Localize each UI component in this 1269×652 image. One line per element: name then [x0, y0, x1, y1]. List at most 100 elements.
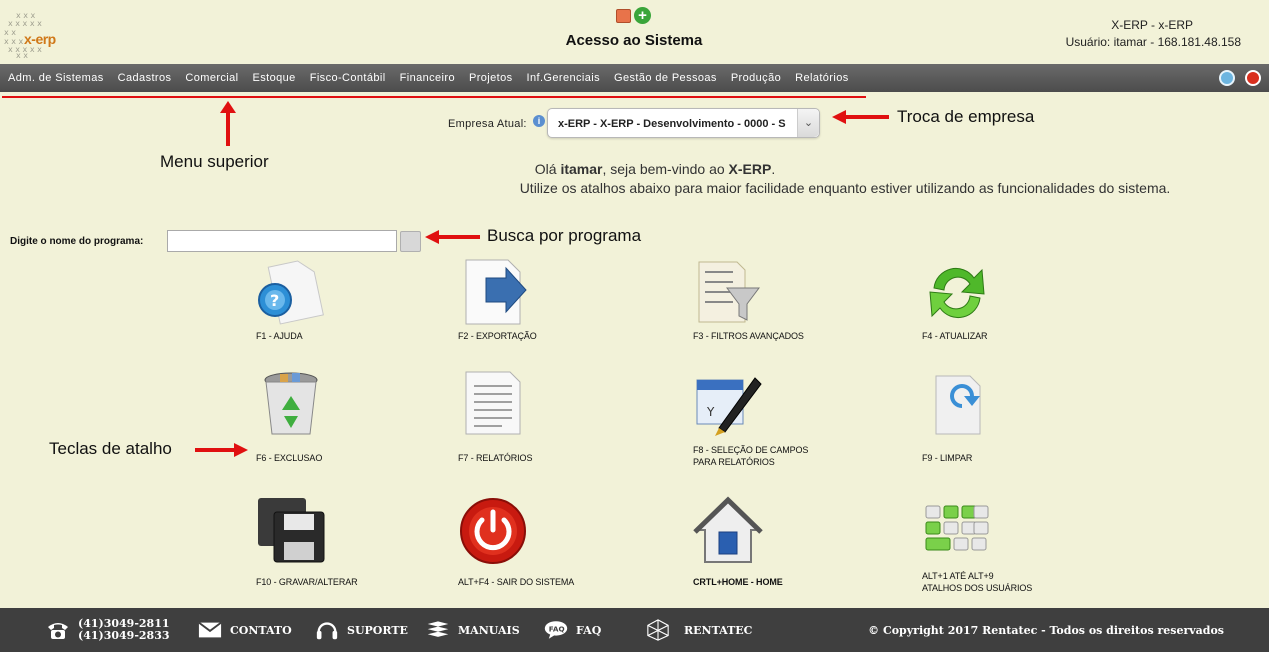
footer-faq[interactable]: FAQ FAQ: [544, 608, 601, 652]
shortcut-f8-selecao-campos[interactable]: Y F8 - SELEÇÃO DE CAMPOS PARA RELATÓRIOS: [693, 370, 853, 480]
shortcut-label: F4 - ATUALIZAR: [922, 331, 988, 341]
menu-item-comercial[interactable]: Comercial: [178, 72, 245, 84]
search-button[interactable]: [400, 231, 421, 252]
add-icon[interactable]: +: [634, 7, 651, 24]
company-info: X-ERP - x-ERP: [1111, 18, 1193, 32]
header-icons: +: [616, 7, 651, 24]
arrow-shaft: [845, 115, 889, 119]
arrow-shaft: [226, 112, 230, 146]
network-icon: [646, 618, 670, 642]
shortcut-label: F1 - AJUDA: [256, 331, 303, 341]
page-title: Acesso ao Sistema: [565, 32, 703, 49]
main-menu: Adm. de Sistemas Cadastros Comercial Est…: [0, 64, 856, 92]
shortcut-f2-exportacao[interactable]: F2 - EXPORTAÇÃO: [458, 258, 618, 368]
welcome-system: X-ERP: [728, 161, 772, 177]
menu-item-projetos[interactable]: Projetos: [462, 72, 520, 84]
menu-right-icons: [1219, 70, 1261, 86]
shortcut-f3-filtros[interactable]: F3 - FILTROS AVANÇADOS: [693, 258, 853, 368]
menu-item-estoque[interactable]: Estoque: [246, 72, 303, 84]
company-label: Empresa Atual:: [448, 118, 527, 130]
welcome-user: itamar: [560, 161, 603, 177]
report-icon: [465, 371, 521, 435]
arrow-left-icon: [832, 110, 846, 124]
headset-icon: [315, 618, 339, 642]
shortcut-label: CRTL+HOME - HOME: [693, 577, 783, 587]
chat-icon[interactable]: [1219, 70, 1235, 86]
home-icon: [693, 496, 763, 563]
arrow-left-icon: [425, 230, 439, 244]
shortcut-label: F6 - EXCLUSAO: [256, 453, 323, 463]
program-search-input[interactable]: [167, 230, 397, 252]
shortcut-ctrl-home[interactable]: CRTL+HOME - HOME: [693, 496, 853, 606]
faq-icon-text: FAQ: [549, 625, 565, 634]
logo-text: x-erp: [24, 31, 56, 47]
svg-text:x x: x x: [4, 28, 16, 37]
header: x x x x x x x x x x x x x x x x x x x x …: [0, 0, 1269, 64]
svg-text:Y: Y: [706, 405, 715, 419]
help-icon: ?: [258, 260, 324, 325]
menu-item-financeiro[interactable]: Financeiro: [393, 72, 462, 84]
shortcut-label-line2: ATALHOS DOS USUÁRIOS: [922, 583, 1033, 593]
svg-text:x x: x x: [16, 51, 28, 58]
filter-icon: [698, 261, 760, 323]
menu-item-inf-gerenciais[interactable]: Inf.Gerenciais: [520, 72, 607, 84]
phone-2: (41)3049-2833: [78, 629, 170, 642]
chevron-down-icon[interactable]: ⌄: [797, 109, 819, 137]
power-icon: [460, 498, 526, 564]
arrow-shaft: [438, 235, 480, 239]
faq-bubble-icon: FAQ: [544, 618, 568, 642]
menu-item-gestao-pessoas[interactable]: Gestão de Pessoas: [607, 72, 724, 84]
save-icon: [258, 498, 325, 563]
menu-item-producao[interactable]: Produção: [724, 72, 788, 84]
arrow-shaft: [195, 448, 235, 452]
footer-manuais[interactable]: MANUAIS: [426, 608, 520, 652]
footer-phones[interactable]: (41)3049-2811 (41)3049-2833: [46, 608, 170, 652]
shortcut-label: F3 - FILTROS AVANÇADOS: [693, 331, 804, 341]
menu-item-fisco-contabil[interactable]: Fisco-Contábil: [303, 72, 393, 84]
annotation-troca-empresa: Troca de empresa: [897, 107, 1035, 126]
welcome-instructions: Utilize os atalhos abaixo para maior fac…: [519, 180, 1171, 196]
menu-item-relatorios[interactable]: Relatórios: [788, 72, 856, 84]
top-menu-bar: Adm. de Sistemas Cadastros Comercial Est…: [0, 64, 1269, 92]
shortcut-f10-gravar[interactable]: F10 - GRAVAR/ALTERAR: [256, 496, 416, 606]
arrow-right-icon: [234, 443, 248, 457]
shortcut-label: F7 - RELATÓRIOS: [458, 453, 533, 463]
shortcut-label-line2: PARA RELATÓRIOS: [693, 457, 775, 467]
shortcut-f1-ajuda[interactable]: ? F1 - AJUDA: [256, 258, 416, 368]
books-icon: [426, 618, 450, 642]
company-select[interactable]: x-ERP - X-ERP - Desenvolvimento - 0000 -…: [547, 108, 820, 138]
footer-contato[interactable]: CONTATO: [198, 608, 292, 652]
shortcut-label: ALT+1 ATÉ ALT+9: [922, 571, 994, 581]
svg-text:x x x x x: x x x x x: [8, 19, 42, 28]
phone-icon: [46, 618, 70, 642]
menu-item-cadastros[interactable]: Cadastros: [111, 72, 179, 84]
footer-rentatec[interactable]: RENTATEC: [646, 608, 752, 652]
user-info: Usuário: itamar - 168.181.48.158: [1065, 35, 1241, 49]
refresh-icon: [929, 268, 985, 318]
shortcut-alt-f4-sair[interactable]: ALT+F4 - SAIR DO SISTEMA: [458, 496, 618, 606]
user-shortcuts-icon: [925, 505, 989, 551]
welcome-message: Olá itamar, seja bem-vindo ao X-ERP.: [534, 161, 776, 177]
clear-icon: [935, 375, 981, 435]
footer: (41)3049-2811 (41)3049-2833 CONTATO SUPO…: [0, 608, 1269, 652]
presentation-icon[interactable]: [616, 9, 631, 23]
annotation-teclas-atalho: Teclas de atalho: [49, 439, 172, 458]
x-erp-logo[interactable]: x x x x x x x x x x x x x x x x x x x x …: [2, 8, 64, 60]
shortcut-f7-relatorios[interactable]: F7 - RELATÓRIOS: [458, 370, 618, 480]
shortcut-f4-atualizar[interactable]: F4 - ATUALIZAR: [922, 258, 1082, 368]
menu-item-adm-sistemas[interactable]: Adm. de Sistemas: [0, 72, 111, 84]
info-icon[interactable]: i: [533, 115, 545, 127]
logout-icon[interactable]: [1245, 70, 1261, 86]
shortcut-label: F8 - SELEÇÃO DE CAMPOS: [693, 445, 809, 455]
field-selection-icon: Y: [696, 377, 762, 436]
shortcut-f6-exclusao[interactable]: F6 - EXCLUSAO: [256, 370, 416, 480]
shortcut-alt-user[interactable]: ALT+1 ATÉ ALT+9 ATALHOS DOS USUÁRIOS: [922, 496, 1082, 606]
menu-highlight-line: [2, 96, 866, 98]
export-icon: [465, 259, 527, 325]
company-select-value: x-ERP - X-ERP - Desenvolvimento - 0000 -…: [558, 118, 786, 130]
shortcut-label: F10 - GRAVAR/ALTERAR: [256, 577, 358, 587]
shortcut-f9-limpar[interactable]: F9 - LIMPAR: [922, 370, 1082, 480]
footer-suporte[interactable]: SUPORTE: [315, 608, 408, 652]
annotation-busca-programa: Busca por programa: [487, 226, 642, 245]
svg-text:?: ?: [270, 291, 279, 310]
